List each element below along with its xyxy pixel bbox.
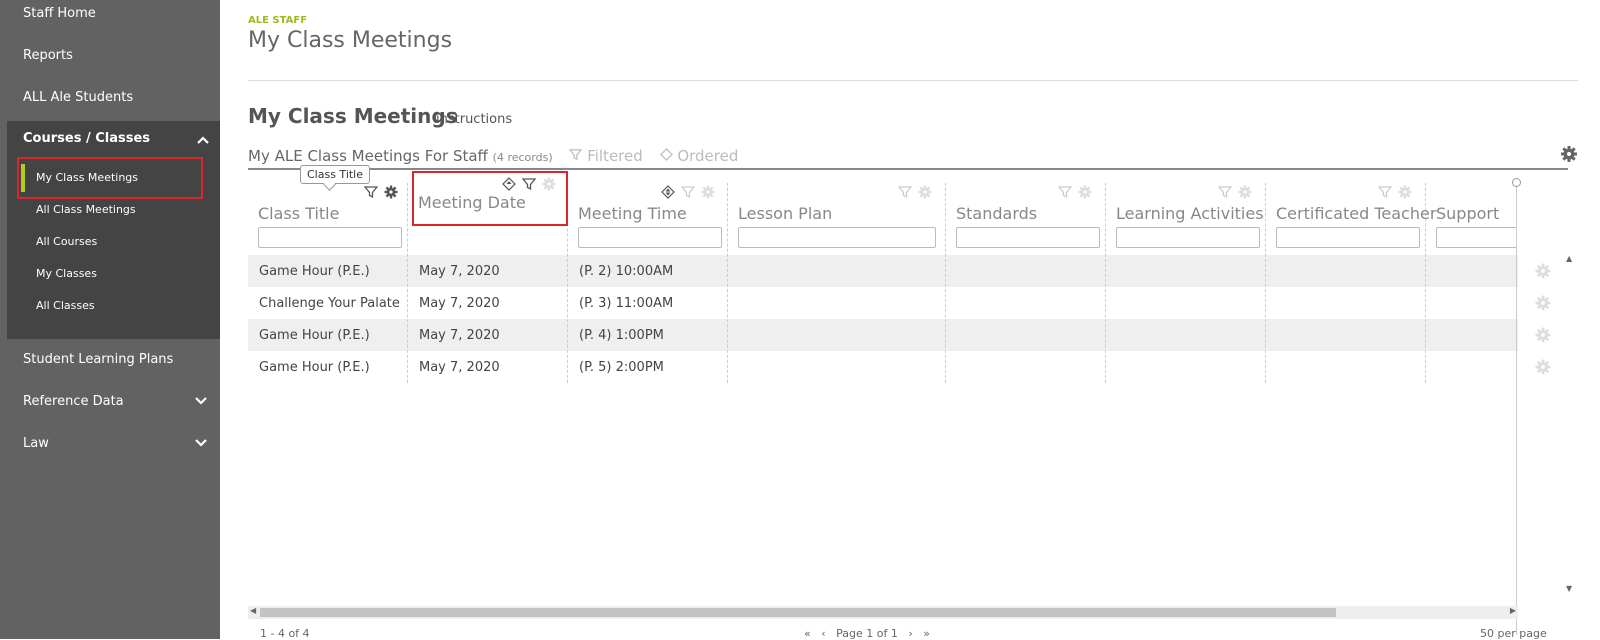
column-tooltip: Class Title	[300, 165, 371, 184]
column-header-label[interactable]: Learning Activities	[1116, 204, 1264, 223]
sidebar: Staff Home Reports ALL Ale Students Cour…	[0, 0, 220, 639]
sidebar-item-reports[interactable]: Reports	[0, 35, 220, 75]
column-class-title: Class Title	[248, 183, 408, 383]
sidebar-item-label: ALL Ale Students	[23, 89, 134, 105]
column-standards: Standards	[946, 183, 1106, 383]
row-gear-icon[interactable]	[1535, 263, 1551, 279]
instructions-link[interactable]: instructions	[436, 112, 512, 127]
grid-settings-gear-icon[interactable]	[1560, 145, 1578, 163]
sidebar-item-student-learning-plans[interactable]: Student Learning Plans	[0, 339, 220, 379]
class-title-filter-input[interactable]	[258, 227, 402, 248]
sidebar-item-all-ale-students[interactable]: ALL Ale Students	[0, 77, 220, 117]
sort-icon[interactable]	[661, 185, 675, 199]
sidebar-item-staff-home[interactable]: Staff Home	[0, 0, 220, 33]
filter-icon[interactable]	[898, 185, 912, 199]
caption-underline	[248, 168, 1568, 170]
chevron-down-icon	[195, 397, 207, 405]
sidebar-item-label: Student Learning Plans	[23, 351, 174, 367]
column-support: Support	[1426, 183, 1516, 383]
meeting-time-filter-input[interactable]	[578, 227, 722, 248]
sidebar-item-all-courses[interactable]: All Courses	[36, 235, 97, 248]
sidebar-item-label: Staff Home	[23, 5, 96, 21]
main-content: ALE STAFF My Class Meetings My Class Mee…	[248, 0, 1578, 640]
filter-icon[interactable]	[1378, 185, 1392, 199]
chevron-up-icon[interactable]	[196, 133, 210, 147]
sidebar-item-label: Law	[23, 435, 49, 451]
gear-icon[interactable]	[1238, 185, 1252, 199]
pager-controls: « ‹ Page 1 of 1 › »	[804, 627, 930, 640]
horizontal-scrollbar[interactable]: ◀ ▶	[248, 606, 1518, 619]
filter-icon[interactable]	[1058, 185, 1072, 199]
column-certificated-teacher: Certificated Teacher	[1266, 183, 1436, 383]
column-header-label[interactable]: Class Title	[258, 204, 339, 223]
horizontal-scroll-thumb[interactable]	[260, 608, 1336, 617]
gear-icon[interactable]	[1398, 185, 1412, 199]
first-page-icon[interactable]: «	[804, 627, 811, 640]
column-header-label[interactable]: Standards	[956, 204, 1037, 223]
sort-icon	[659, 148, 673, 161]
column-header-label[interactable]: Lesson Plan	[738, 204, 832, 223]
sidebar-item-my-classes[interactable]: My Classes	[36, 267, 97, 280]
prev-page-icon[interactable]: ‹	[821, 627, 825, 640]
filter-icon[interactable]	[364, 185, 378, 199]
page-indicator[interactable]: Page 1 of 1	[836, 627, 898, 640]
sidebar-item-label: Reference Data	[23, 393, 124, 409]
column-header-label[interactable]: Support	[1436, 204, 1499, 223]
scroll-up-arrow-icon[interactable]: ▲	[1566, 254, 1572, 263]
sidebar-group-title[interactable]: Courses / Classes	[23, 131, 150, 146]
column-meeting-time: Meeting Time	[568, 183, 728, 383]
gear-icon[interactable]	[918, 185, 932, 199]
column-header-label[interactable]: Certificated Teacher	[1276, 204, 1436, 223]
frozen-column-divider[interactable]	[1516, 185, 1517, 635]
filter-icon	[569, 149, 583, 161]
filter-icon[interactable]	[681, 185, 695, 199]
sidebar-item-my-class-meetings[interactable]: My Class Meetings	[36, 171, 138, 184]
support-filter-input[interactable]	[1436, 227, 1516, 248]
column-resize-handle[interactable]	[1512, 178, 1521, 187]
standards-filter-input[interactable]	[956, 227, 1100, 248]
ordered-indicator[interactable]: Ordered	[659, 147, 739, 165]
filter-icon[interactable]	[1218, 185, 1232, 199]
grid-caption: My ALE Class Meetings For Staff (4 recor…	[248, 147, 738, 165]
sidebar-item-all-classes[interactable]: All Classes	[36, 299, 95, 312]
certificated-teacher-filter-input[interactable]	[1276, 227, 1420, 248]
sidebar-item-reference-data[interactable]: Reference Data	[0, 381, 220, 421]
column-header-label[interactable]: Meeting Time	[578, 204, 687, 223]
filtered-label: Filtered	[587, 147, 643, 165]
scroll-right-arrow-icon[interactable]: ▶	[1510, 606, 1516, 615]
column-lesson-plan: Lesson Plan	[728, 183, 946, 383]
column-learning-activities: Learning Activities	[1106, 183, 1266, 383]
page-eyebrow: ALE STAFF	[248, 15, 308, 26]
section-title: My Class Meetings	[248, 104, 458, 128]
gear-icon[interactable]	[384, 185, 398, 199]
chevron-down-icon	[195, 439, 207, 447]
scroll-left-arrow-icon[interactable]: ◀	[250, 606, 256, 615]
per-page-select[interactable]: 50 per page	[1480, 627, 1547, 640]
learning-activities-filter-input[interactable]	[1116, 227, 1260, 248]
scroll-down-arrow-icon[interactable]: ▼	[1566, 584, 1572, 593]
row-gear-icon[interactable]	[1535, 327, 1551, 343]
record-count: (4 records)	[492, 151, 553, 164]
grid-caption-title: My ALE Class Meetings For Staff	[248, 147, 488, 165]
ordered-label: Ordered	[677, 147, 739, 165]
next-page-icon[interactable]: ›	[908, 627, 912, 640]
last-page-icon[interactable]: »	[923, 627, 930, 640]
sidebar-item-all-class-meetings[interactable]: All Class Meetings	[36, 203, 136, 216]
pager-range: 1 - 4 of 4	[260, 627, 310, 640]
vertical-scrollbar[interactable]: ▲ ▼	[1566, 254, 1578, 604]
filtered-indicator[interactable]: Filtered	[569, 147, 647, 165]
lesson-plan-filter-input[interactable]	[738, 227, 936, 248]
row-gear-icon[interactable]	[1535, 359, 1551, 375]
gear-icon[interactable]	[1078, 185, 1092, 199]
sidebar-item-law[interactable]: Law	[0, 423, 220, 463]
gear-icon[interactable]	[701, 185, 715, 199]
row-gear-icon[interactable]	[1535, 295, 1551, 311]
divider	[248, 80, 1578, 81]
sidebar-item-label: Reports	[23, 47, 73, 63]
page-title: My Class Meetings	[248, 28, 453, 53]
meeting-date-highlight	[412, 171, 568, 226]
